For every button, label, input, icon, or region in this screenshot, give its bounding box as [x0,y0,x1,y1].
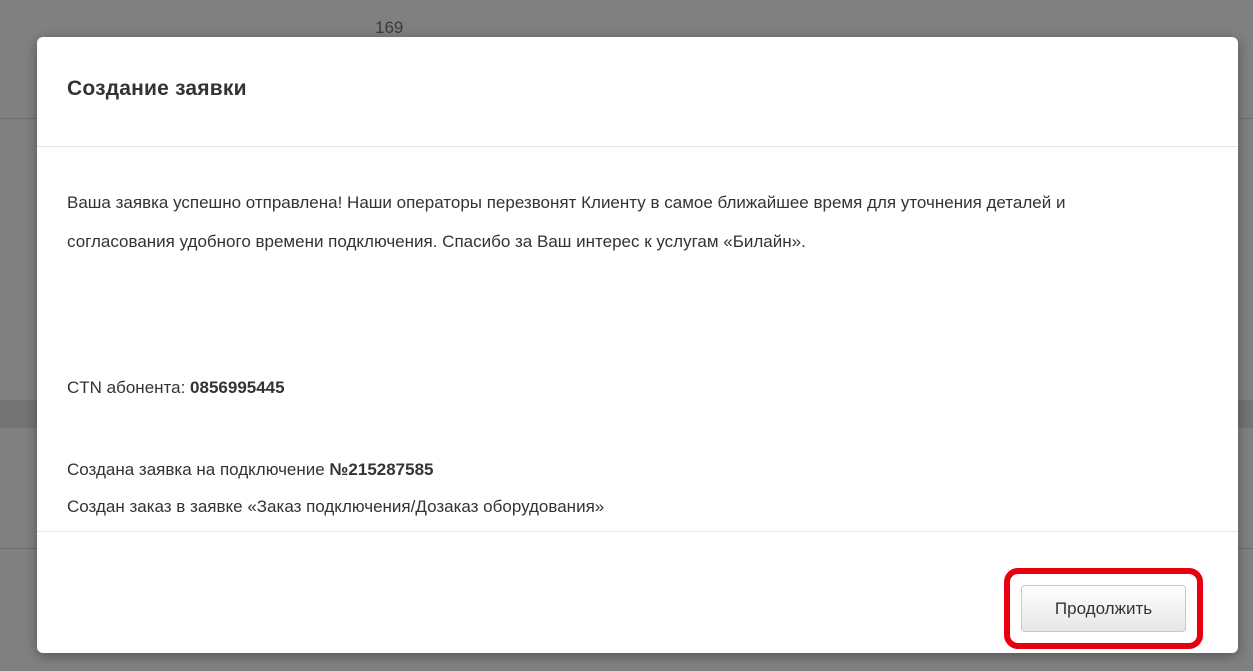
success-message: Ваша заявка успешно отправлена! Наши опе… [67,193,1066,251]
ctn-value: 0856995445 [190,378,285,397]
order-line: Создан заказ в заявке «Заказ подключения… [67,497,605,516]
background-number: 169 [375,18,404,37]
modal-footer: Продолжить [37,531,1238,653]
request-number: №215287585 [329,460,434,479]
ctn-label: CTN абонента: [67,378,191,397]
modal-title: Создание заявки [67,77,247,100]
create-request-modal: Создание заявки Ваша заявка успешно отпр… [37,37,1238,653]
request-line: Создана заявка на подключение №215287585 [67,458,434,482]
modal-header: Создание заявки [37,37,1238,147]
request-label: Создана заявка на подключение [67,460,330,479]
ctn-line: CTN абонента: 0856995445 [67,376,285,400]
continue-button[interactable]: Продолжить [1021,585,1186,632]
